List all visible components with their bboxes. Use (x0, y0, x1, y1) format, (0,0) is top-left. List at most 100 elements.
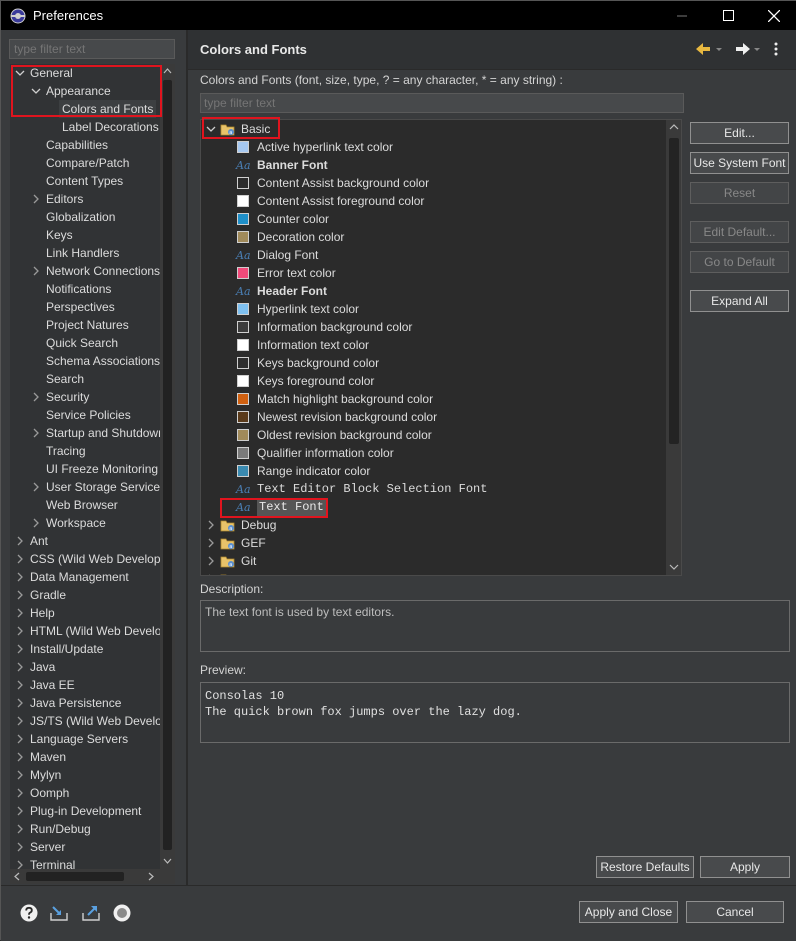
font-entry[interactable]: Aa Text Editor Block Selection Font (201, 480, 671, 498)
chevron-right-icon[interactable] (15, 806, 25, 816)
left-tree-scroll-thumb[interactable] (163, 80, 172, 850)
left-filter-input[interactable] (9, 39, 175, 59)
chevron-right-icon[interactable] (206, 574, 216, 576)
font-entry[interactable]: Aa Dialog Font (201, 246, 671, 264)
tree-item[interactable]: CSS (Wild Web Developer) (10, 550, 160, 568)
category-item[interactable]: a Debug (201, 516, 671, 534)
font-entry[interactable]: Aa Banner Font (201, 156, 671, 174)
use-system-font-button[interactable]: Use System Font (690, 152, 789, 174)
chevron-right-icon[interactable] (206, 556, 216, 566)
tree-item[interactable]: Data Management (10, 568, 160, 586)
tree-item[interactable]: Editors (10, 190, 160, 208)
apply-button[interactable]: Apply (700, 856, 790, 878)
minimize-button[interactable] (659, 1, 705, 30)
chevron-down-icon[interactable] (31, 86, 41, 96)
color-entry[interactable]: Qualifier information color (201, 444, 671, 462)
chevron-right-icon[interactable] (15, 842, 25, 852)
tree-item[interactable]: Tracing (10, 442, 160, 460)
left-tree-vertical-scrollbar[interactable] (160, 64, 175, 870)
tree-item[interactable]: Workspace (10, 514, 160, 532)
color-entry[interactable]: Error text color (201, 264, 671, 282)
tree-item[interactable]: Search (10, 370, 160, 388)
left-tree-hscroll-thumb[interactable] (26, 872, 124, 881)
back-button[interactable] (694, 40, 714, 58)
apply-and-close-button[interactable]: Apply and Close (579, 901, 678, 923)
chevron-right-icon[interactable] (15, 554, 25, 564)
right-filter-input[interactable] (200, 93, 684, 113)
category-item[interactable]: a GEF (201, 534, 671, 552)
tree-item[interactable]: User Storage Service (10, 478, 160, 496)
chevron-right-icon[interactable] (15, 626, 25, 636)
chevron-right-icon[interactable] (15, 752, 25, 762)
tree-item[interactable]: Project Natures (10, 316, 160, 334)
tree-item[interactable]: Compare/Patch (10, 154, 160, 172)
color-entry[interactable]: Counter color (201, 210, 671, 228)
reset-button[interactable]: Reset (690, 182, 789, 204)
tree-item[interactable]: Network Connections (10, 262, 160, 280)
edit-button[interactable]: Edit... (690, 122, 789, 144)
tree-item[interactable]: Security (10, 388, 160, 406)
category-item-partial[interactable]: a (201, 570, 671, 576)
tree-item[interactable]: Gradle (10, 586, 160, 604)
tree-item[interactable]: Java (10, 658, 160, 676)
chevron-right-icon[interactable] (15, 716, 25, 726)
tree-item[interactable]: Server (10, 838, 160, 856)
tree-item[interactable]: Java Persistence (10, 694, 160, 712)
tree-item[interactable]: Startup and Shutdown (10, 424, 160, 442)
tree-item[interactable]: Capabilities (10, 136, 160, 154)
color-entry[interactable]: Range indicator color (201, 462, 671, 480)
tree-item[interactable]: Quick Search (10, 334, 160, 352)
view-menu-button[interactable] (772, 40, 784, 58)
tree-item[interactable]: Service Policies (10, 406, 160, 424)
color-entry[interactable]: Content Assist foreground color (201, 192, 671, 210)
tree-item[interactable]: Label Decorations (10, 118, 160, 136)
chevron-down-icon[interactable] (206, 124, 216, 134)
tree-item[interactable]: Appearance (10, 82, 160, 100)
tree-item[interactable]: Run/Debug (10, 820, 160, 838)
chevron-right-icon[interactable] (15, 590, 25, 600)
colors-tree-scrollbar[interactable] (666, 120, 681, 575)
tree-item[interactable]: Ant (10, 532, 160, 550)
chevron-right-icon[interactable] (15, 644, 25, 654)
tree-item[interactable]: Content Types (10, 172, 160, 190)
chevron-right-icon[interactable] (15, 698, 25, 708)
go-to-default-button[interactable]: Go to Default (690, 251, 789, 273)
color-entry[interactable]: Newest revision background color (201, 408, 671, 426)
forward-dropdown-button[interactable] (752, 40, 772, 58)
tree-item[interactable]: UI Freeze Monitoring (10, 460, 160, 478)
chevron-right-icon[interactable] (15, 536, 25, 546)
color-entry[interactable]: Keys background color (201, 354, 671, 372)
chevron-right-icon[interactable] (15, 662, 25, 672)
color-entry[interactable]: Oldest revision background color (201, 426, 671, 444)
font-entry[interactable]: Aa Text Font (201, 498, 671, 516)
help-icon[interactable] (19, 903, 39, 923)
chevron-right-icon[interactable] (31, 392, 41, 402)
left-tree-horizontal-scrollbar[interactable] (10, 869, 175, 884)
chevron-right-icon[interactable] (31, 482, 41, 492)
tree-item[interactable]: Help (10, 604, 160, 622)
tree-item[interactable]: Oomph (10, 784, 160, 802)
color-entry[interactable]: Information text color (201, 336, 671, 354)
maximize-button[interactable] (705, 1, 751, 30)
close-button[interactable] (751, 1, 796, 30)
tree-item[interactable]: HTML (Wild Web Developer) (10, 622, 160, 640)
tree-item[interactable]: Keys (10, 226, 160, 244)
tree-item[interactable]: Maven (10, 748, 160, 766)
chevron-right-icon[interactable] (31, 428, 41, 438)
chevron-right-icon[interactable] (31, 194, 41, 204)
category-item[interactable]: a Git (201, 552, 671, 570)
tree-item[interactable]: Web Browser (10, 496, 160, 514)
record-icon[interactable] (112, 903, 132, 923)
tree-item[interactable]: JS/TS (Wild Web Developer) (10, 712, 160, 730)
chevron-right-icon[interactable] (15, 608, 25, 618)
tree-item[interactable]: Schema Associations (10, 352, 160, 370)
chevron-right-icon[interactable] (31, 266, 41, 276)
tree-item[interactable]: Mylyn (10, 766, 160, 784)
tree-item[interactable]: Install/Update (10, 640, 160, 658)
tree-item[interactable]: Plug-in Development (10, 802, 160, 820)
import-icon[interactable] (49, 903, 69, 923)
color-entry[interactable]: Active hyperlink text color (201, 138, 671, 156)
tree-item[interactable]: Colors and Fonts (10, 100, 160, 118)
chevron-right-icon[interactable] (206, 538, 216, 548)
tree-item[interactable]: General (10, 64, 160, 82)
